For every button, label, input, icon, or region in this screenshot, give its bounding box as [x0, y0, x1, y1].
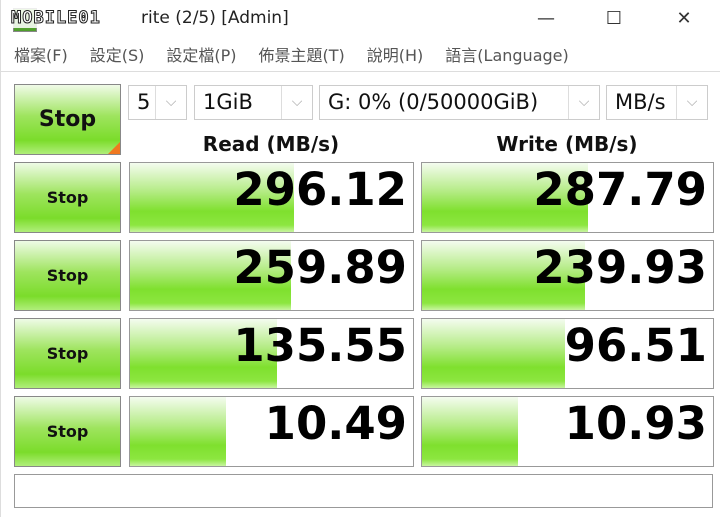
- read-value: 10.49: [264, 397, 407, 450]
- drive-value: G: 0% (0/50000GiB): [328, 90, 539, 114]
- chevron-down-icon: ⌵: [155, 86, 186, 119]
- read-result: 10.49: [129, 396, 414, 467]
- maximize-button[interactable]: ☐: [591, 4, 637, 34]
- write-value: 287.79: [533, 163, 707, 216]
- count-select[interactable]: 5 ⌵: [128, 85, 187, 120]
- stop-button[interactable]: Stop: [14, 396, 121, 467]
- stop-label: Stop: [46, 422, 89, 441]
- menu-bar: 檔案(F) 設定(S) 設定檔(P) 佈景主題(T) 說明(H) 語言(Lang…: [1, 40, 720, 72]
- count-value: 5: [137, 90, 151, 114]
- write-result: 10.93: [421, 396, 714, 467]
- write-bar: [422, 397, 519, 466]
- stop-all-button[interactable]: Stop: [14, 84, 121, 155]
- stop-label: Stop: [46, 188, 89, 207]
- read-result: 135.55: [129, 318, 414, 389]
- read-bar: [130, 397, 227, 466]
- minimize-button[interactable]: —: [523, 4, 569, 34]
- write-bar: [422, 319, 565, 388]
- chevron-down-icon: ⌵: [281, 86, 312, 119]
- write-result: 287.79: [421, 162, 714, 233]
- read-value: 135.55: [233, 319, 407, 372]
- size-select[interactable]: 1GiB ⌵: [194, 85, 313, 120]
- menu-help[interactable]: 說明(H): [367, 40, 424, 71]
- read-result: 296.12: [129, 162, 414, 233]
- write-value: 10.93: [564, 397, 707, 450]
- write-result: 96.51: [421, 318, 714, 389]
- write-header: Write (MB/s): [496, 132, 638, 156]
- stop-label: Stop: [46, 266, 89, 285]
- title-bar: MOBILE01 rite (2/5) [Admin] — ☐ ✕: [1, 0, 720, 38]
- write-value: 239.93: [533, 241, 707, 294]
- stop-label: Stop: [46, 344, 89, 363]
- drive-select[interactable]: G: 0% (0/50000GiB) ⌵: [319, 85, 600, 120]
- menu-file[interactable]: 檔案(F): [14, 40, 68, 71]
- read-result: 259.89: [129, 240, 414, 311]
- write-result: 239.93: [421, 240, 714, 311]
- status-bar: [14, 474, 713, 508]
- stop-button[interactable]: Stop: [14, 240, 121, 311]
- menu-theme[interactable]: 佈景主題(T): [259, 40, 345, 71]
- stop-all-label: Stop: [38, 107, 97, 132]
- chevron-down-icon: ⌵: [676, 86, 707, 119]
- unit-value: MB/s: [615, 90, 666, 114]
- stop-button[interactable]: Stop: [14, 162, 121, 233]
- read-header: Read (MB/s): [202, 132, 340, 156]
- size-value: 1GiB: [203, 90, 253, 114]
- unit-select[interactable]: MB/s ⌵: [606, 85, 708, 120]
- read-value: 259.89: [233, 241, 407, 294]
- watermark-logo: MOBILE01: [11, 8, 101, 29]
- window-title: rite (2/5) [Admin]: [141, 8, 289, 28]
- close-button[interactable]: ✕: [661, 4, 707, 34]
- menu-settings[interactable]: 設定(S): [90, 40, 145, 71]
- chevron-down-icon: ⌵: [568, 86, 599, 119]
- menu-profile[interactable]: 設定檔(P): [166, 40, 236, 71]
- write-value: 96.51: [564, 319, 707, 372]
- corner-marker: [108, 142, 120, 154]
- menu-language[interactable]: 語言(Language): [445, 40, 568, 71]
- read-value: 296.12: [233, 163, 407, 216]
- stop-button[interactable]: Stop: [14, 318, 121, 389]
